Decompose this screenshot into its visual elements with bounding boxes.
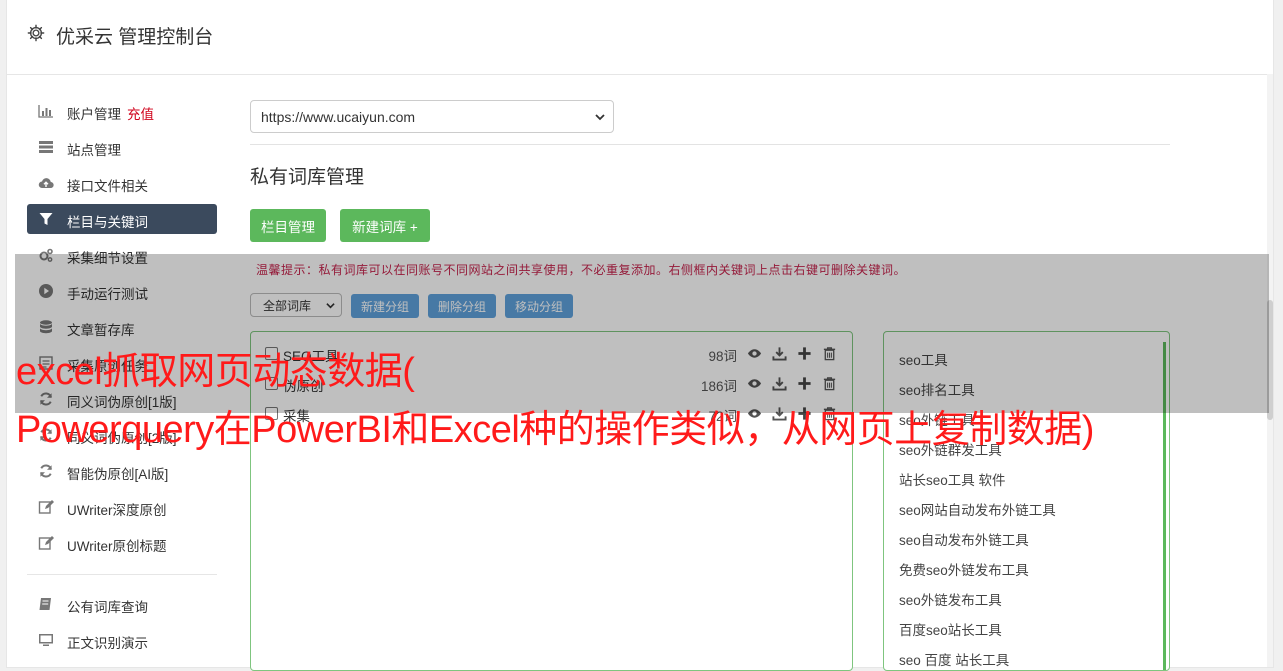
refresh-icon [40, 464, 52, 478]
page-header: 优采云 管理控制台 [7, 0, 1273, 75]
site-select[interactable]: https://www.ucaiyun.com [250, 100, 614, 133]
sidebar-item-uwriter-deep[interactable]: UWriter深度原创 [27, 492, 217, 522]
recharge-link[interactable]: 充值 [127, 107, 154, 122]
sidebar-item-label: 站点管理 [67, 143, 121, 158]
sidebar-item-label: 栏目与关键词 [67, 215, 148, 230]
cloud-upload-icon [38, 178, 54, 189]
sidebar-item-label: 正文识别演示 [67, 636, 148, 651]
keyword-item[interactable]: seo外链发布工具 [899, 589, 1002, 609]
sidebar-item-label: UWriter深度原创 [67, 503, 167, 518]
sidebar-item-ai-rewrite[interactable]: 智能伪原创[AI版] [27, 456, 217, 486]
sidebar-item-account[interactable]: 账户管理 充值 [27, 96, 217, 126]
book-icon [39, 598, 51, 610]
gear-icon [27, 24, 45, 42]
column-manage-button[interactable]: 栏目管理 [250, 209, 326, 242]
filter-icon [39, 213, 53, 225]
bar-chart-icon [38, 105, 53, 118]
site-select-value: https://www.ucaiyun.com [261, 108, 416, 125]
sidebar-item-label: 账户管理 [67, 107, 121, 122]
new-lexicon-button[interactable]: 新建词库 + [340, 209, 430, 242]
sidebar-item-label: 公有词库查询 [67, 600, 148, 615]
keyword-item[interactable]: seo网站自动发布外链工具 [899, 499, 1056, 519]
sidebar-item-columns-keywords[interactable]: 栏目与关键词 [27, 204, 217, 234]
headline-line-2: Powerquery在PowerBI和Excel种的操作类似，从网页上复制数据) [16, 409, 1094, 451]
sidebar-item-api-files[interactable]: 接口文件相关 [27, 168, 217, 198]
keyword-item[interactable]: 免费seo外链发布工具 [899, 559, 1029, 579]
edit-icon [38, 536, 54, 550]
sidebar-divider [27, 574, 217, 575]
headline-line-1: excel抓取网页动态数据( [16, 351, 415, 393]
sidebar-item-label: 智能伪原创[AI版] [67, 467, 169, 482]
edit-icon [38, 500, 54, 514]
sidebar-item-uwriter-title[interactable]: UWriter原创标题 [27, 528, 217, 558]
keyword-item[interactable]: 站长seo工具 软件 [899, 469, 1006, 489]
chevron-down-icon [595, 114, 605, 121]
section-title: 私有词库管理 [250, 167, 365, 188]
keyword-item[interactable]: seo自动发布外链工具 [899, 529, 1029, 549]
monitor-icon [39, 634, 53, 646]
sidebar-item-text-recognition[interactable]: 正文识别演示 [27, 625, 217, 655]
server-icon [39, 141, 53, 153]
sidebar-item-label: UWriter原创标题 [67, 539, 167, 554]
divider [250, 144, 1170, 145]
sidebar-item-sites[interactable]: 站点管理 [27, 132, 217, 162]
sidebar-item-public-lexicon[interactable]: 公有词库查询 [27, 589, 217, 619]
sidebar-item-label: 接口文件相关 [67, 179, 148, 194]
keyword-item[interactable]: 百度seo站长工具 [899, 619, 1002, 639]
app-title: 优采云 管理控制台 [56, 27, 214, 48]
keyword-item[interactable]: seo 百度 站长工具 [899, 649, 1009, 669]
